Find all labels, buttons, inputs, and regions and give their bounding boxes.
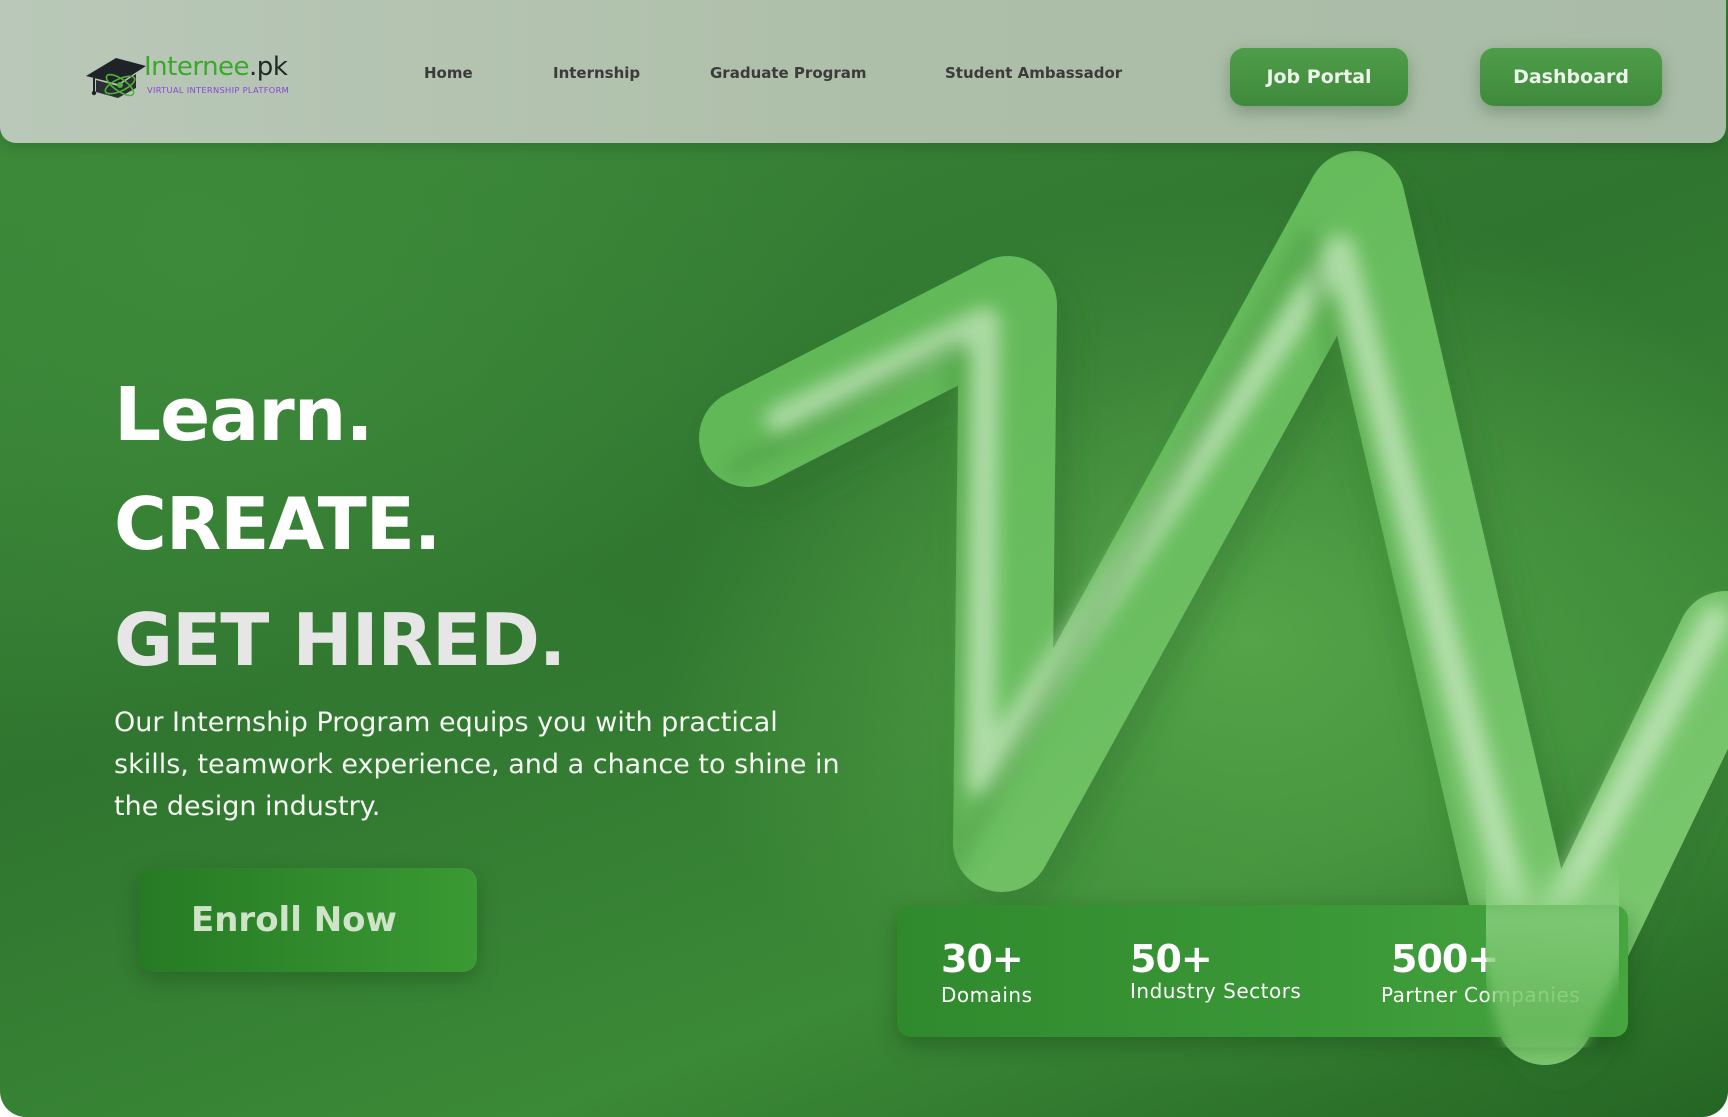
headline-learn: Learn. bbox=[114, 372, 374, 458]
brand-name-tld: .pk bbox=[249, 52, 288, 82]
graduation-cap-atom-icon bbox=[86, 58, 146, 98]
job-portal-button[interactable]: Job Portal bbox=[1230, 48, 1408, 106]
dashboard-button[interactable]: Dashboard bbox=[1480, 48, 1662, 106]
headline-get-hired: GET HIRED. bbox=[114, 598, 566, 682]
brand-tagline: VIRTUAL INTERNSHIP PLATFORM bbox=[147, 85, 290, 95]
stat-partner-companies-label: Partner Companies bbox=[1381, 983, 1581, 1007]
hero-description: Our Internship Program equips you with p… bbox=[114, 707, 840, 822]
stat-partner-companies-value: 500+ bbox=[1391, 937, 1499, 981]
landing-page: Internee.pk VIRTUAL INTERNSHIP PLATFORM … bbox=[0, 0, 1728, 1117]
enroll-now-button[interactable]: Enroll Now bbox=[139, 868, 477, 972]
stat-industry-sectors-label: Industry Sectors bbox=[1130, 979, 1302, 1003]
nav-link-student-ambassador[interactable]: Student Ambassador bbox=[945, 64, 1122, 82]
headline-create: CREATE. bbox=[114, 482, 441, 566]
nav-link-graduate-program[interactable]: Graduate Program bbox=[710, 64, 867, 82]
nav-link-internship[interactable]: Internship bbox=[553, 64, 640, 82]
top-navbar: Internee.pk VIRTUAL INTERNSHIP PLATFORM … bbox=[0, 0, 1726, 143]
nav-link-home[interactable]: Home bbox=[424, 64, 473, 82]
stat-domains-value: 30+ bbox=[941, 937, 1024, 981]
stat-domains-label: Domains bbox=[941, 983, 1033, 1007]
brand-name-main: Internee bbox=[144, 52, 250, 82]
stats-card: 30+ Domains 50+ Industry Sectors 500+ Pa… bbox=[897, 905, 1628, 1037]
brand-name: Internee.pk bbox=[144, 52, 288, 82]
brand-logo[interactable]: Internee.pk VIRTUAL INTERNSHIP PLATFORM bbox=[86, 50, 306, 102]
stat-industry-sectors-value: 50+ bbox=[1130, 937, 1213, 981]
